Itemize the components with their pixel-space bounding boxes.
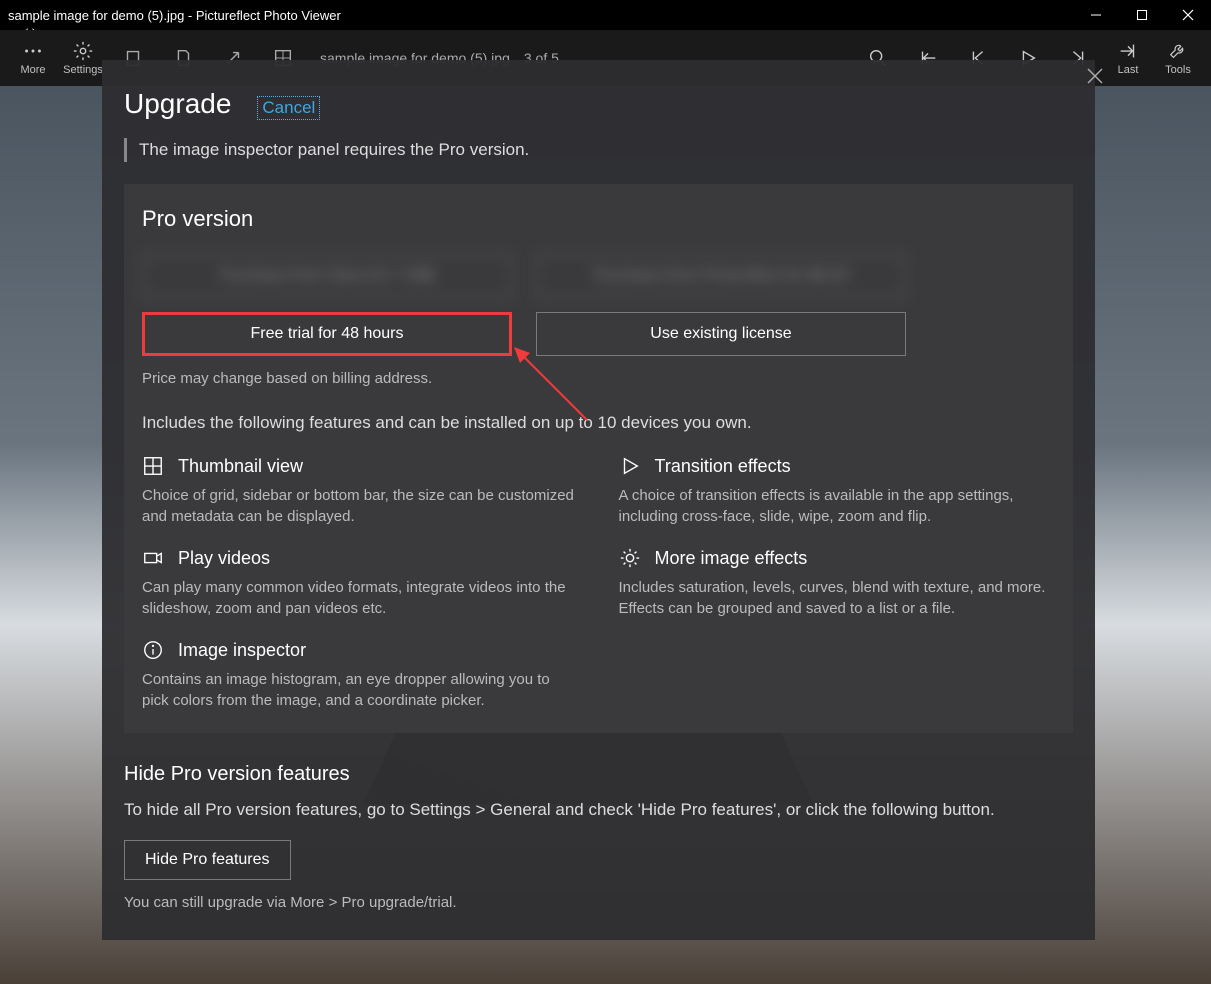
video-icon (142, 547, 164, 569)
upgrade-dialog: Upgrade Cancel The image inspector panel… (102, 60, 1095, 940)
more-button[interactable]: More (8, 30, 58, 86)
pro-section: Pro version Purchase from Store for 7.99… (124, 184, 1073, 733)
minimize-button[interactable] (1073, 0, 1119, 30)
pro-heading: Pro version (142, 206, 1055, 232)
feature-transition: Transition effects A choice of transitio… (619, 455, 1056, 527)
feature-video: Play videos Can play many common video f… (142, 547, 579, 619)
title-bar: sample image for demo (5).jpg - Picturef… (0, 0, 1211, 30)
window-controls (1073, 0, 1211, 30)
last-button[interactable]: Last (1103, 30, 1153, 86)
grid-icon (142, 455, 164, 477)
dialog-title: Upgrade (124, 88, 231, 120)
last-icon (1117, 40, 1139, 62)
hide-note: You can still upgrade via More > Pro upg… (124, 894, 1073, 911)
hide-text: To hide all Pro version features, go to … (124, 800, 1073, 820)
cancel-link[interactable]: Cancel (257, 96, 320, 120)
prompt-accent (124, 138, 127, 162)
settings-button[interactable]: Settings (58, 30, 108, 86)
close-button[interactable] (1165, 0, 1211, 30)
feature-thumbnail: Thumbnail view Choice of grid, sidebar o… (142, 455, 579, 527)
price-note: Price may change based on billing addres… (142, 370, 1055, 387)
play-icon (619, 455, 641, 477)
window-title: sample image for demo (5).jpg - Picturef… (8, 8, 1073, 23)
gear-icon (72, 40, 94, 62)
prompt-text: The image inspector panel requires the P… (139, 140, 529, 160)
hide-heading: Hide Pro version features (124, 763, 1073, 786)
info-icon (142, 639, 164, 661)
purchase-store-button[interactable]: Purchase from Store for 7.99$ (142, 254, 512, 298)
use-license-button[interactable]: Use existing license (536, 312, 906, 356)
purchase-direct-button[interactable]: Purchase from Pictureflect for $6.50 (536, 254, 906, 298)
brightness-icon (619, 547, 641, 569)
dialog-close-button[interactable] (1087, 68, 1103, 89)
feature-effects: More image effects Includes saturation, … (619, 547, 1056, 619)
features-intro: Includes the following features and can … (142, 413, 1055, 433)
tools-button[interactable]: Tools (1153, 30, 1203, 86)
hide-section: Hide Pro version features To hide all Pr… (102, 763, 1095, 940)
ellipsis-icon (22, 40, 44, 62)
wrench-icon (1167, 40, 1189, 62)
feature-inspector: Image inspector Contains an image histog… (142, 639, 579, 711)
free-trial-button[interactable]: Free trial for 48 hours (142, 312, 512, 356)
hide-features-button[interactable]: Hide Pro features (124, 840, 291, 880)
maximize-button[interactable] (1119, 0, 1165, 30)
